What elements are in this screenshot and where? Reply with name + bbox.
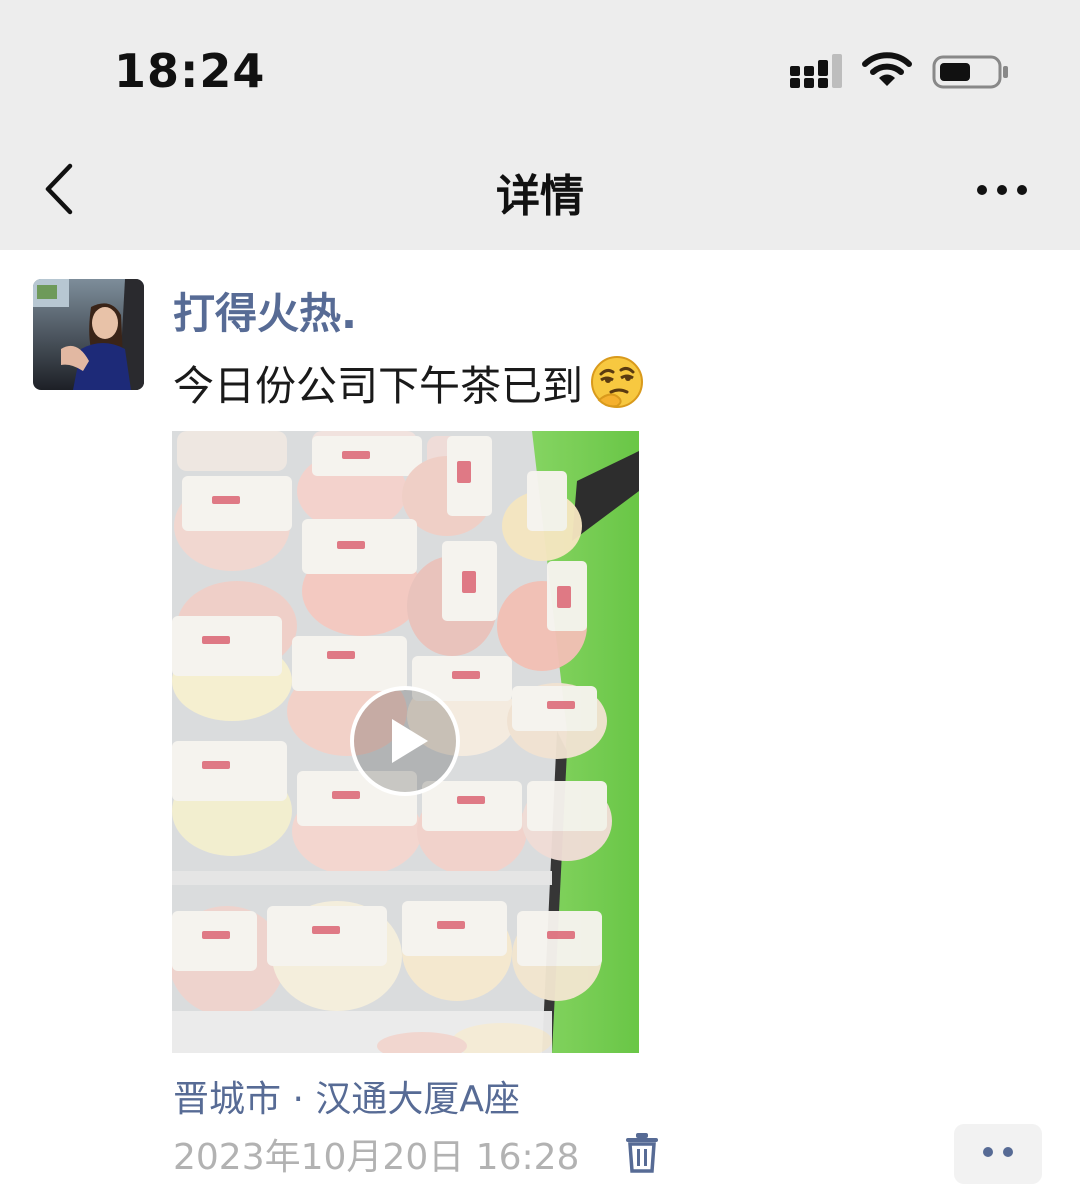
post-text-content: 今日份公司下午茶已到 [173,362,583,410]
battery-icon [932,55,1008,89]
trash-icon[interactable] [624,1133,660,1173]
more-icon[interactable] [970,176,1034,204]
page-title: 详情 [496,171,584,222]
status-time: 18:24 [114,44,266,98]
top-bar: 18:24 详情 [0,0,1080,250]
avatar[interactable] [33,279,144,390]
post-text: 今日份公司下午茶已到 [173,352,645,412]
wifi-icon [862,52,912,86]
post-location[interactable]: 晋城市 · 汉通大厦A座 [173,1070,520,1122]
post-username[interactable]: 打得火热. [173,280,357,341]
post-timestamp: 2023年10月20日 16:28 [173,1137,580,1178]
thinking-emoji-icon [591,356,643,408]
video-thumbnail[interactable] [172,431,639,1053]
ellipsis-icon [983,1147,1013,1157]
signal-icon [790,54,842,88]
comment-like-button[interactable] [954,1124,1042,1184]
play-icon[interactable] [350,686,460,796]
